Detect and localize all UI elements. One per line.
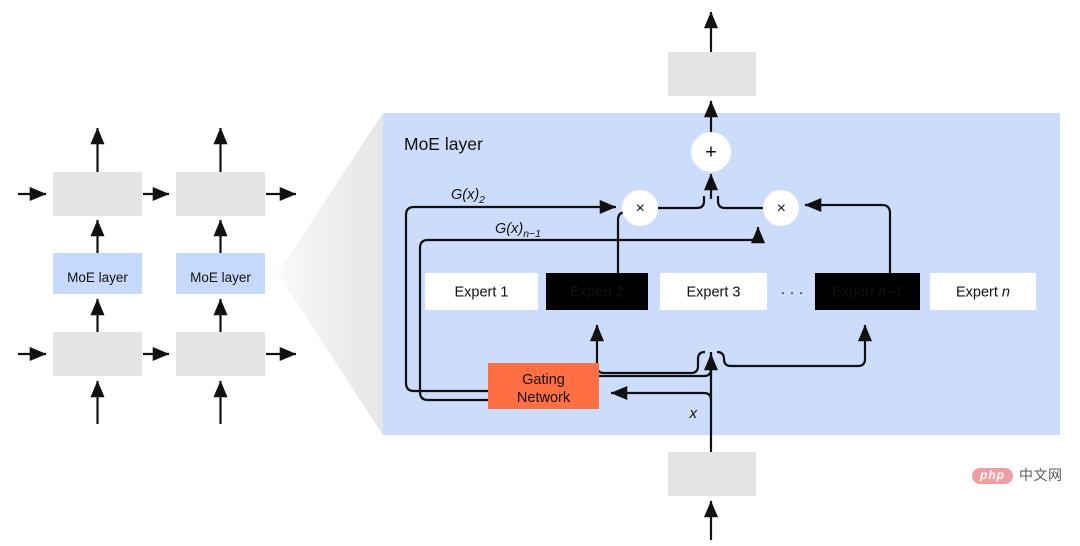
moe-layer-label-1: MoE layer [67, 270, 128, 285]
zoom-cone [264, 113, 383, 435]
expert-label-n-text: Expert [956, 284, 1002, 300]
expert-label-1-text: Expert 1 [455, 284, 509, 300]
expert-label-n-1-text: Expert [832, 284, 878, 300]
gx2-base: G(x) [451, 187, 479, 203]
add-symbol: + [705, 141, 717, 163]
outer-block-bottom [668, 452, 756, 496]
expert-label-n-emph: n [1002, 284, 1010, 300]
left-block-bottom-1 [53, 332, 142, 376]
expert-label-n-1: Expert n−1 [832, 284, 903, 300]
multiply-left-symbol: × [635, 200, 644, 217]
gx2-sub: 2 [478, 194, 485, 206]
gating-network-label-line1: Gating [522, 372, 565, 388]
expert-label-2-text: Expert 2 [570, 284, 624, 300]
moe-layer-label-2: MoE layer [190, 270, 251, 285]
multiply-right-symbol: × [776, 200, 785, 217]
expert-label-n-1-emph: n−1 [878, 284, 903, 300]
expert-label-2: Expert 2 [570, 284, 624, 300]
expert-label-3-text: Expert 3 [687, 284, 741, 300]
diagram-canvas: MoE layer MoE layer MoE layer x Gating N… [0, 0, 1080, 546]
left-block-top-1 [53, 172, 142, 216]
expert-label-1: Expert 1 [455, 284, 509, 300]
left-block-bottom-2 [176, 332, 265, 376]
gxn1-sub: n−1 [523, 228, 541, 240]
moe-panel-title: MoE layer [404, 134, 483, 154]
expert-label-3: Expert 3 [687, 284, 741, 300]
gxn1-base: G(x) [495, 221, 523, 237]
outer-block-top [668, 52, 756, 96]
moe-architecture-diagram: MoE layer MoE layer MoE layer x Gating N… [18, 11, 1060, 540]
expert-label-n: Expert n [956, 284, 1010, 300]
experts-ellipsis: · · · [780, 284, 803, 301]
left-block-top-2 [176, 172, 265, 216]
input-x-label: x [689, 405, 698, 422]
gating-network-label-line2: Network [517, 390, 571, 406]
